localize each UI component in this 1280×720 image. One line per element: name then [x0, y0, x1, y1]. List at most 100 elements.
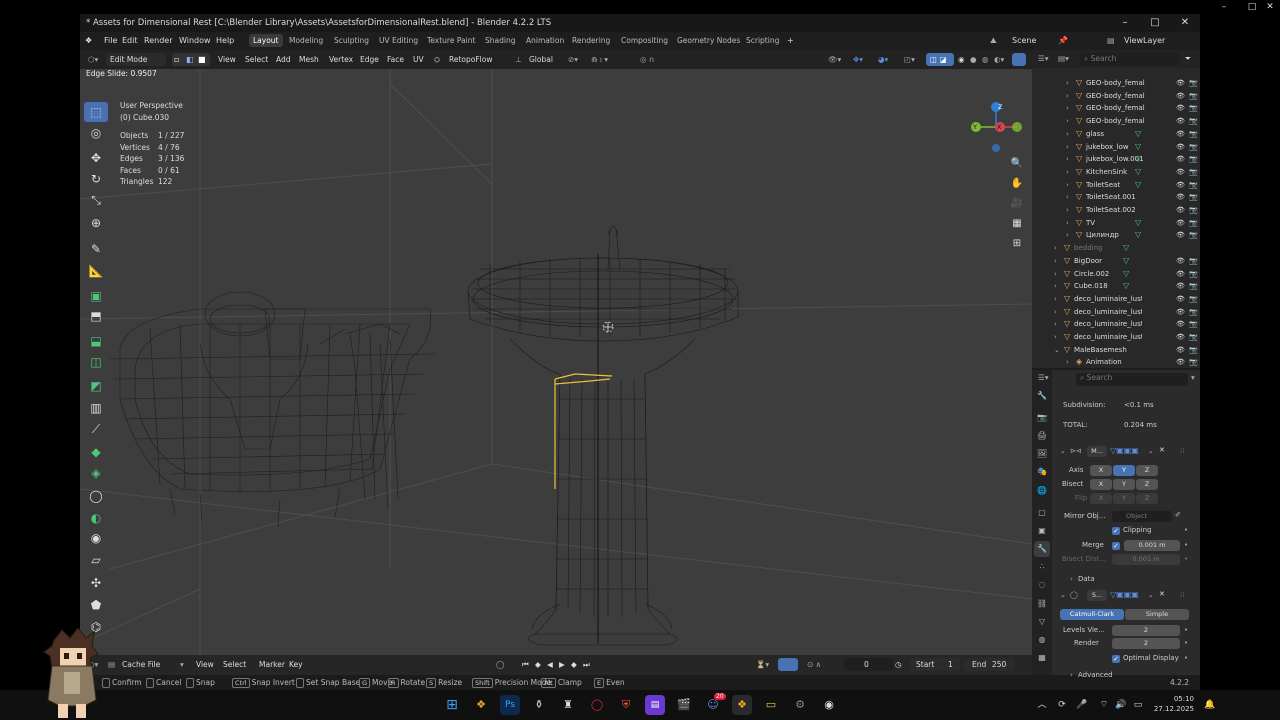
extrude-icon[interactable]: ⬓ — [84, 331, 108, 351]
render-camera-icon[interactable]: 📷 — [1189, 229, 1198, 242]
app-icon[interactable]: ♜ — [558, 695, 578, 715]
expand-arrow-icon[interactable]: › — [1054, 318, 1057, 331]
expand-arrow-icon[interactable]: › — [1066, 217, 1069, 230]
visibility-eye-icon[interactable]: 👁 — [1176, 356, 1185, 368]
mirror-remove-icon[interactable]: ✕ — [1159, 446, 1165, 454]
properties-editor-icon[interactable]: ☰▾ — [1038, 368, 1049, 387]
render-camera-icon[interactable]: 📷 — [1189, 268, 1198, 281]
catmull-clark-tab[interactable]: Catmull-Clark — [1060, 609, 1124, 620]
properties-options-icon[interactable]: ▾ — [1191, 368, 1195, 387]
visibility-eye-icon[interactable]: 👁 — [1176, 331, 1185, 344]
visibility-eye-icon[interactable]: 👁 — [1176, 344, 1185, 357]
bisect-x-toggle[interactable]: X — [1090, 479, 1112, 490]
expand-arrow-icon[interactable]: › — [1054, 255, 1057, 268]
object-properties-icon[interactable]: ▣ — [1034, 523, 1050, 539]
merge-checkbox[interactable]: ✓ — [1112, 542, 1120, 550]
optimal-display-checkbox[interactable]: ✓ — [1112, 655, 1120, 663]
flip-x-toggle[interactable]: X — [1090, 493, 1112, 504]
filter-icon[interactable]: ⏷ — [1185, 50, 1191, 68]
outliner-row[interactable]: › ▽deco_luminaire_lustre 👁 📷 — [1032, 331, 1200, 344]
texture-properties-icon[interactable]: ▦ — [1034, 650, 1050, 666]
render-camera-icon[interactable]: 📷 — [1189, 356, 1198, 368]
blender-taskbar-icon[interactable]: ❖ — [471, 695, 491, 715]
visibility-eye-icon[interactable]: 👁 — [1176, 90, 1185, 103]
tool-settings-icon[interactable]: 🔧 — [1034, 388, 1050, 404]
subsurf-remove-icon[interactable]: ✕ — [1159, 590, 1165, 598]
jump-start-icon[interactable]: ⏮ — [522, 655, 529, 674]
render-camera-icon[interactable]: 📷 — [1189, 166, 1198, 179]
expand-arrow-icon[interactable]: › — [1054, 293, 1057, 306]
subsurf-menu-icon[interactable]: ⌄ — [1148, 591, 1154, 599]
shading-rendered-icon[interactable]: ◐▾ — [994, 50, 1004, 69]
menu-window[interactable]: Window — [179, 32, 211, 49]
workspace-tab-rendering[interactable]: Rendering — [568, 34, 614, 47]
visibility-eye-icon[interactable]: 👁 — [1176, 179, 1185, 192]
expand-arrow-icon[interactable]: › — [1066, 153, 1069, 166]
axis-z-toggle[interactable]: Z — [1136, 465, 1158, 476]
render-camera-icon[interactable]: 📷 — [1189, 306, 1198, 319]
overlay-toggle-icon[interactable]: ◕▾ — [878, 50, 888, 69]
keyframe-dot-icon[interactable]: • — [1184, 626, 1188, 634]
modifier-properties-icon[interactable]: 🔧 — [1034, 541, 1050, 557]
outliner-item-name[interactable]: GEO-body_femal — [1086, 102, 1154, 115]
retopoflow-menu[interactable]: RetopoFlow — [449, 50, 493, 69]
clock[interactable]: 05:10 27.12.2025 — [1150, 694, 1194, 714]
render-camera-icon[interactable]: 📷 — [1189, 204, 1198, 217]
outliner-row[interactable]: › ▽ Circle.002 ▽ 👁 📷 — [1032, 268, 1200, 281]
header-menu-add[interactable]: Add — [276, 50, 291, 69]
sidebar-toggle[interactable] — [1012, 53, 1026, 66]
bisect-z-toggle[interactable]: Z — [1136, 479, 1158, 490]
editor-type-icon[interactable]: ⬡▾ — [88, 50, 98, 69]
rotate-icon[interactable]: ↻ — [84, 169, 108, 189]
output-properties-icon[interactable]: 🖨 — [1034, 428, 1050, 444]
expand-arrow-icon[interactable]: › — [1054, 280, 1057, 293]
header-menu-edge[interactable]: Edge — [360, 50, 379, 69]
shrink-fatten-icon[interactable]: ◉ — [84, 528, 108, 548]
blender-active-icon[interactable]: ❖ — [732, 695, 752, 715]
outliner-item-name[interactable]: Animation — [1086, 356, 1154, 368]
visibility-eye-icon[interactable]: 👁 — [1176, 166, 1185, 179]
shading-material-icon[interactable]: ◍ — [982, 50, 989, 69]
grid-toggle-icon[interactable]: ▦ — [1008, 215, 1026, 233]
outliner-item-name[interactable]: Circle.002 — [1074, 268, 1142, 281]
expand-arrow-icon[interactable]: › — [1066, 128, 1069, 141]
collapse-arrow-icon[interactable]: ⌄ — [1054, 344, 1060, 357]
axis-y-toggle[interactable]: Y — [1113, 465, 1135, 476]
mirror-display-toggles[interactable]: ▽▣▣▣ — [1110, 446, 1139, 455]
photoshop-icon[interactable]: Ps — [500, 695, 520, 715]
workspace-tab-animation[interactable]: Animation — [522, 34, 568, 47]
inset-faces-icon[interactable]: ◫ — [84, 352, 108, 372]
quad-view-icon[interactable]: ⊞ — [1008, 235, 1026, 253]
opera-icon[interactable]: ◯ — [587, 695, 607, 715]
snap-icon[interactable]: ⋒ ⦂ ▾ — [591, 50, 608, 69]
timeline-menu-marker[interactable]: Marker — [259, 655, 285, 674]
outliner-row[interactable]: › ▽ GEO-body_femal 👁 📷 — [1032, 115, 1200, 128]
media-icon[interactable]: 🎬 — [674, 695, 694, 715]
brave-browser-icon[interactable]: ⛨ — [616, 695, 636, 715]
render-camera-icon[interactable]: 📷 — [1189, 115, 1198, 128]
header-menu-mesh[interactable]: Mesh — [299, 50, 319, 69]
notifications-icon[interactable]: 🔔 — [1200, 695, 1220, 715]
outliner-row[interactable]: › ▽ bedding ▽ — [1032, 242, 1200, 255]
shear-icon[interactable]: ▱ — [84, 550, 108, 570]
cache-dropdown-icon[interactable]: ▾ — [180, 655, 184, 674]
header-menu-select[interactable]: Select — [245, 50, 268, 69]
close-button[interactable]: ✕ — [1170, 14, 1200, 32]
pin-icon[interactable]: 📌 — [1058, 32, 1068, 49]
view-layer-selector[interactable]: ViewLayer — [1124, 32, 1165, 49]
outliner-item-name[interactable]: BigDoor — [1074, 255, 1142, 268]
expand-arrow-icon[interactable]: › — [1066, 77, 1069, 90]
axis-x-toggle[interactable]: X — [1090, 465, 1112, 476]
expand-arrow-icon[interactable]: › — [1066, 229, 1069, 242]
outliner-item-name[interactable]: glass — [1086, 128, 1154, 141]
expand-arrow-icon[interactable]: › — [1066, 90, 1069, 103]
collection-properties-icon[interactable]: ▢ — [1034, 505, 1050, 521]
camera-view-icon[interactable]: 🎥 — [1008, 195, 1026, 213]
mirror-object-field[interactable]: Object — [1112, 511, 1172, 522]
tray-app-icon[interactable]: ⟳ — [1052, 695, 1072, 715]
poly-build-icon[interactable]: ◆ — [84, 442, 108, 462]
outliner-row[interactable]: › ▽ glass ▽ 👁 📷 — [1032, 128, 1200, 141]
outliner-row[interactable]: › ▽ Cube.018 ▽ 👁 📷 — [1032, 280, 1200, 293]
play-icon[interactable]: ▶ — [559, 655, 565, 674]
pivot-icon[interactable]: ⊘▾ — [568, 50, 578, 69]
